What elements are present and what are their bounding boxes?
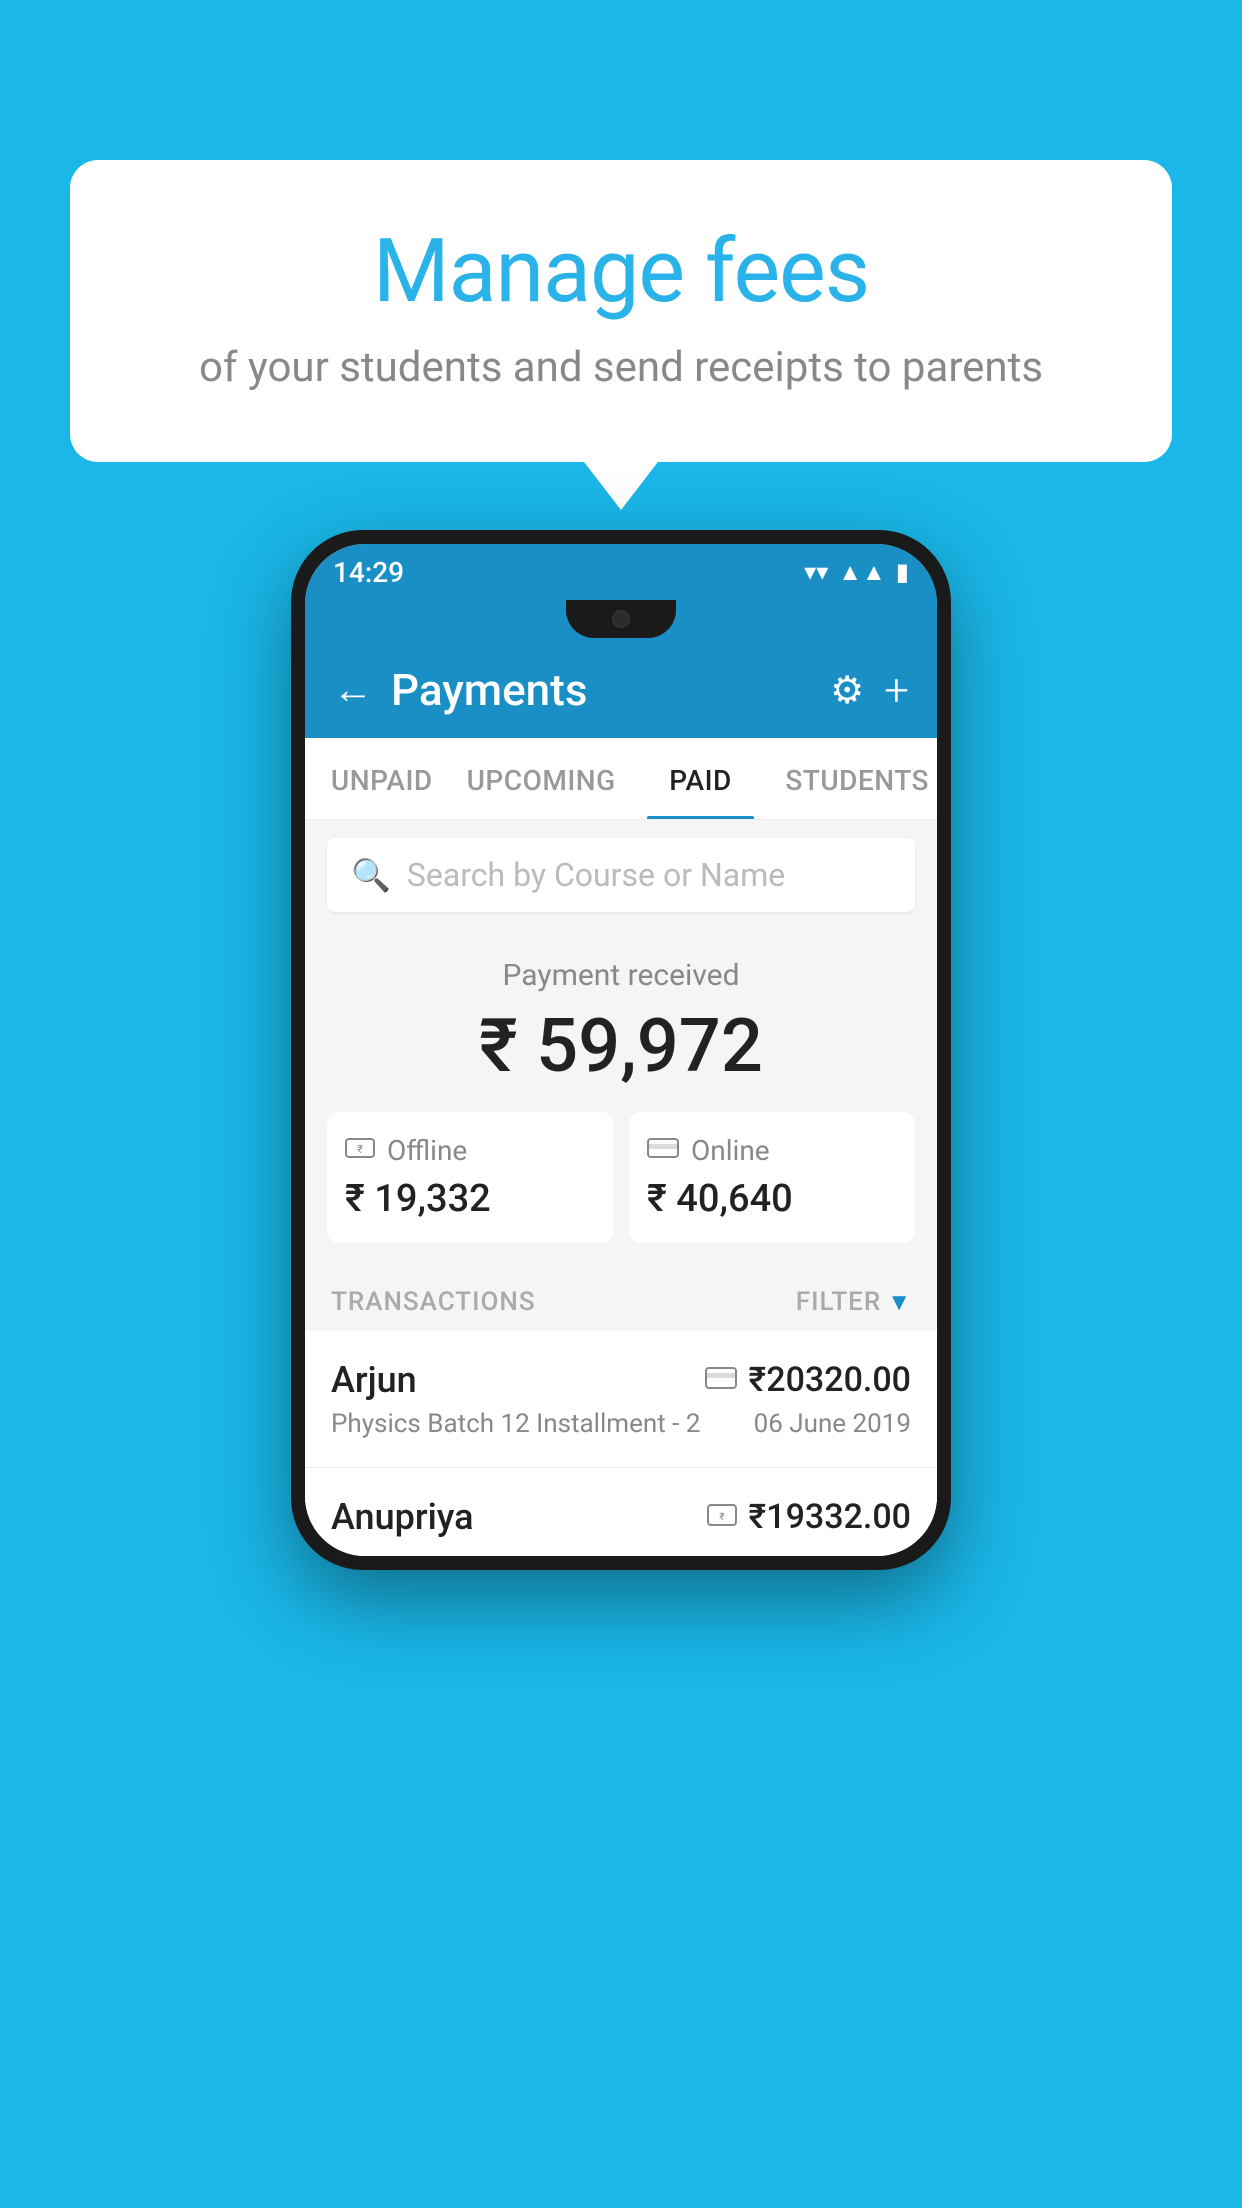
battery-icon: ▮ bbox=[896, 558, 909, 586]
transaction-name-2: Anupriya bbox=[331, 1496, 474, 1538]
offline-label: Offline bbox=[387, 1134, 467, 1167]
payment-summary: Payment received ₹ 59,972 ₹ bbox=[305, 930, 937, 1265]
status-time: 14:29 bbox=[333, 556, 404, 589]
search-container: 🔍 Search by Course or Name bbox=[305, 820, 937, 930]
online-amount: ₹ 40,640 bbox=[647, 1177, 897, 1221]
online-header: Online bbox=[647, 1134, 897, 1167]
app-header: ← Payments ⚙ + bbox=[305, 646, 937, 738]
status-icons: ▾▾ ▲▲ ▮ bbox=[804, 558, 909, 587]
tab-students[interactable]: STUDENTS bbox=[777, 738, 937, 819]
filter-label: FILTER bbox=[796, 1287, 881, 1317]
tabs-bar: UNPAID UPCOMING PAID STUDENTS bbox=[305, 738, 937, 820]
offline-payment-icon: ₹ bbox=[707, 1504, 737, 1530]
online-card: Online ₹ 40,640 bbox=[629, 1112, 915, 1243]
offline-header: ₹ Offline bbox=[345, 1134, 595, 1167]
transaction-row1: Arjun ₹20320.00 bbox=[331, 1359, 911, 1401]
notch bbox=[566, 600, 676, 638]
svg-text:₹: ₹ bbox=[719, 1512, 724, 1523]
offline-icon: ₹ bbox=[345, 1134, 375, 1167]
signal-icon: ▲▲ bbox=[838, 558, 886, 587]
status-bar: 14:29 ▾▾ ▲▲ ▮ bbox=[305, 544, 937, 600]
camera-dot bbox=[612, 610, 630, 628]
phone-outer-frame: 14:29 ▾▾ ▲▲ ▮ ← Payments bbox=[291, 530, 951, 1570]
transaction-course: Physics Batch 12 Installment - 2 bbox=[331, 1409, 700, 1439]
phone-device: 14:29 ▾▾ ▲▲ ▮ ← Payments bbox=[291, 530, 951, 1570]
filter-icon: ▼ bbox=[887, 1288, 911, 1317]
transaction-name: Arjun bbox=[331, 1359, 417, 1401]
payment-received-label: Payment received bbox=[327, 958, 915, 993]
settings-icon[interactable]: ⚙ bbox=[830, 668, 864, 713]
manage-fees-subtitle: of your students and send receipts to pa… bbox=[150, 343, 1092, 392]
filter-area[interactable]: FILTER ▼ bbox=[796, 1287, 911, 1317]
manage-fees-title: Manage fees bbox=[150, 220, 1092, 323]
phone-screen: 14:29 ▾▾ ▲▲ ▮ ← Payments bbox=[305, 544, 937, 1556]
transaction-amount-wrap-2: ₹ ₹19332.00 bbox=[707, 1497, 911, 1537]
card-payment-icon bbox=[705, 1367, 737, 1393]
back-button[interactable]: ← bbox=[333, 670, 373, 710]
transaction-amount: ₹20320.00 bbox=[749, 1360, 911, 1400]
payment-cards: ₹ Offline ₹ 19,332 bbox=[327, 1112, 915, 1243]
tab-upcoming[interactable]: UPCOMING bbox=[459, 738, 624, 819]
search-box[interactable]: 🔍 Search by Course or Name bbox=[327, 838, 915, 912]
speech-bubble-section: Manage fees of your students and send re… bbox=[70, 160, 1172, 462]
transaction-row1-partial: Anupriya ₹ ₹19332.00 bbox=[331, 1496, 911, 1538]
add-button[interactable]: + bbox=[884, 664, 909, 716]
notch-area bbox=[305, 600, 937, 646]
transactions-header: TRANSACTIONS FILTER ▼ bbox=[305, 1265, 937, 1331]
transaction-row2: Physics Batch 12 Installment - 2 06 June… bbox=[331, 1409, 911, 1439]
speech-bubble-card: Manage fees of your students and send re… bbox=[70, 160, 1172, 462]
transaction-list: Arjun ₹20320.00 Physics bbox=[305, 1331, 937, 1556]
svg-text:₹: ₹ bbox=[357, 1143, 363, 1156]
table-row[interactable]: Anupriya ₹ ₹19332.00 bbox=[305, 1468, 937, 1556]
table-row[interactable]: Arjun ₹20320.00 Physics bbox=[305, 1331, 937, 1468]
tab-paid[interactable]: PAID bbox=[624, 738, 778, 819]
offline-card: ₹ Offline ₹ 19,332 bbox=[327, 1112, 613, 1243]
transactions-section-label: TRANSACTIONS bbox=[331, 1287, 536, 1317]
header-right: ⚙ + bbox=[830, 664, 909, 716]
tab-unpaid[interactable]: UNPAID bbox=[305, 738, 459, 819]
app-title: Payments bbox=[391, 664, 587, 716]
header-left: ← Payments bbox=[333, 664, 587, 716]
wifi-icon: ▾▾ bbox=[804, 558, 828, 586]
online-label: Online bbox=[691, 1134, 770, 1167]
online-icon bbox=[647, 1134, 679, 1167]
payment-total-amount: ₹ 59,972 bbox=[327, 1003, 915, 1090]
transaction-date: 06 June 2019 bbox=[754, 1409, 911, 1439]
search-input[interactable]: Search by Course or Name bbox=[407, 856, 785, 894]
transaction-amount-2: ₹19332.00 bbox=[749, 1497, 911, 1537]
transaction-amount-wrap: ₹20320.00 bbox=[705, 1360, 911, 1400]
search-icon: 🔍 bbox=[351, 856, 391, 894]
offline-amount: ₹ 19,332 bbox=[345, 1177, 595, 1221]
